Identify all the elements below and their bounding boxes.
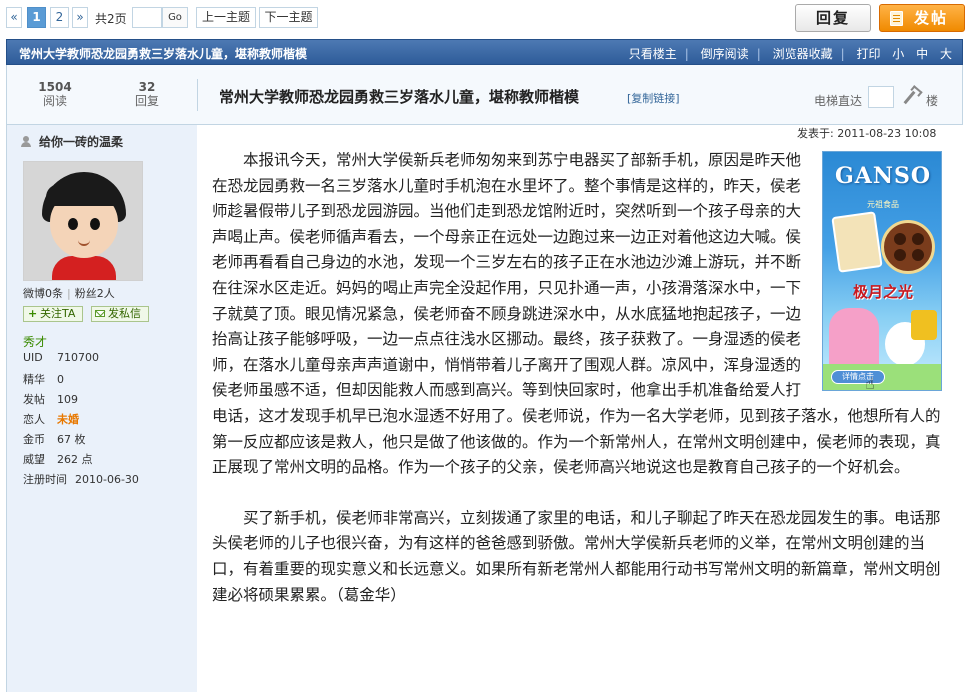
post-body: GANSO 元祖食品 极月之光 详情点击 ☝ 本报讯今天，常州大学侯新兵老师匆匆… (212, 148, 942, 608)
views-stat: 1504 阅读 (25, 80, 85, 108)
only-op-link[interactable]: 只看楼主 (629, 47, 677, 61)
title-bar-title: 常州大学教师恐龙园勇救三岁落水儿童，堪称教师楷模 (19, 47, 308, 61)
divider (197, 79, 198, 111)
divider: | (756, 47, 761, 61)
info-value: 0 (57, 373, 64, 386)
info-key: 恋人 (23, 413, 45, 426)
info-key: 发帖 (23, 393, 45, 406)
info-value: 710700 (57, 351, 99, 364)
author-name[interactable]: 给你一砖的温柔 (39, 135, 123, 149)
hat-image (911, 310, 937, 340)
replies-count: 32 (138, 80, 156, 94)
pager-prev-button[interactable]: « (6, 7, 22, 28)
author-sidebar: 给你一砖的温柔 微博0条 | 粉丝2人 + 关注TA 发私信 秀才 UID 710700… (6, 125, 197, 692)
info-prestige: 威望 262 点 (23, 451, 93, 467)
send-message-label: 发私信 (108, 307, 141, 320)
info-posts: 发帖 109 (23, 391, 78, 407)
follow-button[interactable]: + 关注TA (23, 306, 83, 322)
font-medium-link[interactable]: 中 (916, 47, 928, 61)
send-message-button[interactable]: 发私信 (91, 306, 149, 322)
next-topic-button[interactable]: 下一主题 (259, 7, 318, 28)
info-register-date: 注册时间 2010-06-30 (23, 471, 139, 487)
post-icon (890, 11, 903, 26)
divider: | (840, 47, 845, 61)
font-large-link[interactable]: 大 (940, 47, 952, 61)
ad-tagline: 极月之光 (852, 283, 913, 301)
fans-count[interactable]: 粉丝2人 (75, 287, 115, 300)
info-value: 未婚 (57, 413, 79, 426)
author-social-stats: 微博0条 | 粉丝2人 (23, 285, 115, 301)
pager-next-button[interactable]: » (72, 7, 88, 28)
info-key: 威望 (23, 453, 45, 466)
info-key: 精华 (23, 373, 45, 386)
ad-cta-button[interactable]: 详情点击 (831, 370, 885, 384)
info-key: 金币 (23, 433, 45, 446)
page-title: 常州大学教师恐龙园勇救三岁落水儿童，堪称教师楷模 (219, 88, 580, 106)
font-small-link[interactable]: 小 (892, 47, 904, 61)
post-timestamp: 发表于: 2011-08-23 10:08 (797, 127, 937, 140)
pager-total: 共2页 (95, 12, 127, 26)
user-icon (21, 136, 31, 147)
post-paragraph-2: 买了新手机，侯老师非常高兴，立刻拨通了家里的电话，和儿子聊起了昨天在恐龙园发生的… (212, 508, 941, 604)
thread-tools: 只看楼主 | 倒序阅读 | 浏览器收藏 | 打印 小 中 大 (621, 45, 952, 62)
hand-cursor-icon: ☝ (865, 374, 875, 391)
floor-label: 楼 (926, 94, 939, 108)
author-name-row: 给你一砖的温柔 (21, 133, 123, 150)
ad-brand-sub: 元祖食品 (867, 200, 899, 209)
replies-stat: 32 回复 (117, 80, 177, 108)
user-rank[interactable]: 秀才 (23, 333, 47, 350)
info-value[interactable]: 109 (57, 393, 78, 406)
pager-page-1[interactable]: 1 (27, 7, 46, 28)
pager-jump-input[interactable] (132, 7, 162, 28)
info-partner: 恋人 未婚 (23, 411, 79, 427)
gift-box-image (831, 211, 883, 273)
info-digest: 精华 0 (23, 371, 64, 387)
thread-title-bar: 常州大学教师恐龙园勇救三岁落水儿童，堪称教师楷模 只看楼主 | 倒序阅读 | 浏览器… (6, 39, 963, 65)
envelope-icon (95, 310, 105, 317)
info-value: 262 点 (57, 453, 93, 466)
info-value: 67 枚 (57, 433, 86, 446)
floor-jump-input[interactable] (868, 86, 894, 108)
print-link[interactable]: 打印 (856, 47, 880, 61)
reverse-order-link[interactable]: 倒序阅读 (701, 47, 749, 61)
divider: | (684, 47, 689, 61)
new-post-label: 发帖 (914, 9, 949, 27)
info-uid: UID 710700 (23, 351, 99, 364)
pager-go-button[interactable]: Go (162, 7, 188, 28)
wrench-icon[interactable] (901, 88, 919, 106)
info-key: UID (23, 351, 43, 364)
divider: | (67, 287, 71, 300)
top-toolbar: « 1 2 » 共2页 Go 上一主题 下一主题 回复 发帖 (0, 0, 969, 38)
plus-icon: + (28, 307, 38, 320)
reply-button[interactable]: 回复 (795, 4, 871, 32)
weibo-count[interactable]: 微博0条 (23, 287, 63, 300)
info-key: 注册时间 (23, 473, 67, 486)
replies-label: 回复 (134, 94, 159, 108)
ad-brand: GANSO (834, 163, 932, 189)
thread-stats-bar: 1504 阅读 32 回复 常州大学教师恐龙园勇救三岁落水儿童，堪称教师楷模 [… (6, 65, 963, 125)
info-value: 2010-06-30 (75, 473, 139, 486)
info-coins: 金币 67 枚 (23, 431, 86, 447)
follow-label: 关注TA (40, 307, 76, 320)
bookmark-link[interactable]: 浏览器收藏 (773, 47, 833, 61)
pager-page-2[interactable]: 2 (50, 7, 69, 28)
ad-banner[interactable]: GANSO 元祖食品 极月之光 详情点击 ☝ (822, 151, 942, 391)
avatar[interactable] (23, 161, 143, 281)
copy-link[interactable]: [复制链接] (627, 90, 680, 106)
mooncake-image (881, 220, 935, 274)
views-count: 1504 (38, 80, 72, 94)
views-label: 阅读 (42, 94, 67, 108)
new-post-button[interactable]: 发帖 (879, 4, 965, 32)
floor-jump-label: 电梯直达 (814, 94, 863, 108)
prev-topic-button[interactable]: 上一主题 (196, 7, 256, 28)
